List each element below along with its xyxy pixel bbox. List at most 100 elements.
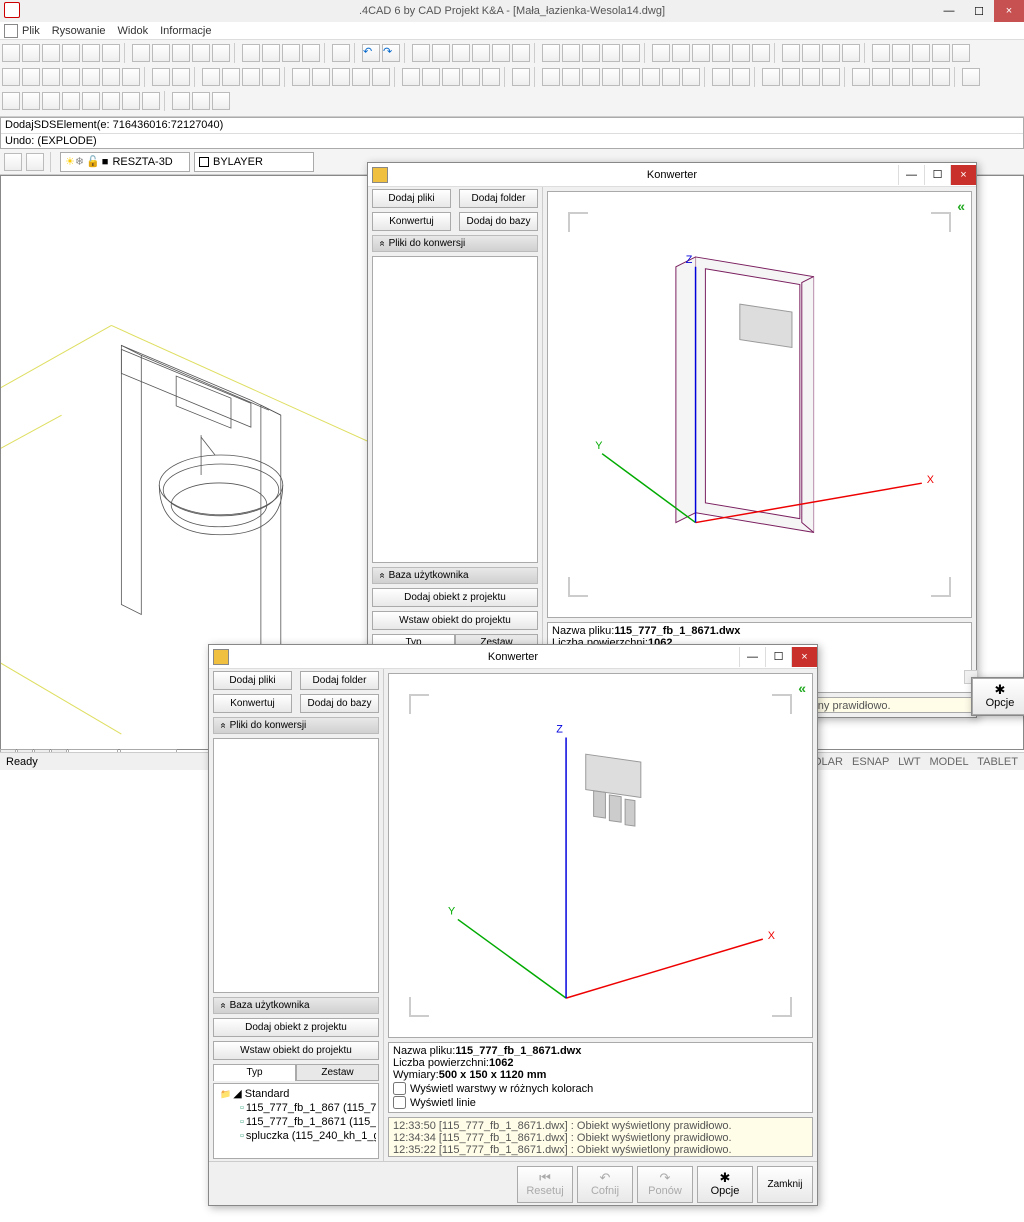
tool-x2[interactable]: [802, 44, 820, 62]
section-pliki[interactable]: Pliki do konwersji: [372, 235, 538, 252]
tool-3e[interactable]: [622, 68, 640, 86]
tool-w3[interactable]: [692, 44, 710, 62]
tool-3c[interactable]: [582, 68, 600, 86]
menu-widok[interactable]: Widok: [118, 25, 149, 37]
tool-v1[interactable]: [542, 44, 560, 62]
section-baza[interactable]: Baza użytkownika: [372, 567, 538, 584]
tool-2m[interactable]: [262, 68, 280, 86]
tool-4d[interactable]: [822, 68, 840, 86]
btn-zamknij[interactable]: Zamknij: [757, 1166, 813, 1203]
konwerter-close-2[interactable]: ×: [791, 647, 817, 667]
tool-zoom3[interactable]: [452, 44, 470, 62]
tool-3h[interactable]: [682, 68, 700, 86]
tool-zoom4[interactable]: [472, 44, 490, 62]
chk-linie-2[interactable]: Wyświetl linie: [393, 1096, 808, 1109]
baza-tree-2[interactable]: ◢ Standard 115_777_fb_1_867 (115_777... …: [213, 1083, 379, 1159]
tool-zoom6[interactable]: [512, 44, 530, 62]
tool-2w[interactable]: [482, 68, 500, 86]
section-pliki-2[interactable]: Pliki do konwersji: [213, 717, 379, 734]
zoom-icon-2[interactable]: «: [798, 680, 806, 696]
tool-2i[interactable]: [172, 68, 190, 86]
btn-dodaj-pliki-2[interactable]: Dodaj pliki: [213, 671, 292, 690]
btn-dodaj-do-bazy[interactable]: Dodaj do bazy: [459, 212, 538, 231]
tool-zoom5[interactable]: [492, 44, 510, 62]
tool-y4[interactable]: [932, 44, 950, 62]
tool-4j[interactable]: [962, 68, 980, 86]
menu-plik[interactable]: Plik: [22, 25, 40, 37]
tool-3b[interactable]: [562, 68, 580, 86]
tool-5c[interactable]: [42, 92, 60, 110]
tool-w5[interactable]: [732, 44, 750, 62]
tool-e[interactable]: [212, 44, 230, 62]
tool-4c[interactable]: [802, 68, 820, 86]
tool-2c[interactable]: [42, 68, 60, 86]
btn-dodaj-obiekt[interactable]: Dodaj obiekt z projektu: [372, 588, 538, 607]
maximize-button[interactable]: ☐: [964, 0, 994, 22]
chk-warstwy-2[interactable]: Wyświetl warstwy w różnych kolorach: [393, 1082, 808, 1095]
tool-2r[interactable]: [372, 68, 390, 86]
tool-x1[interactable]: [782, 44, 800, 62]
tool-g[interactable]: [262, 44, 280, 62]
tool-5j[interactable]: [192, 92, 210, 110]
tool-2h[interactable]: [152, 68, 170, 86]
pliki-list[interactable]: [372, 256, 538, 563]
ind-model[interactable]: MODEL: [929, 756, 968, 768]
tool-2l[interactable]: [242, 68, 260, 86]
konwerter-min-2[interactable]: —: [739, 647, 765, 667]
tool-5b[interactable]: [22, 92, 40, 110]
tool-b[interactable]: [152, 44, 170, 62]
layer-tool-1[interactable]: [4, 153, 22, 171]
layer-select[interactable]: ☀❄🔓■ RESZTA-3D: [60, 152, 190, 172]
tool-5d[interactable]: [62, 92, 80, 110]
tool-2a[interactable]: [2, 68, 20, 86]
minimize-button[interactable]: —: [934, 0, 964, 22]
tool-i[interactable]: [302, 44, 320, 62]
tool-preview[interactable]: [82, 44, 100, 62]
tool-2t[interactable]: [422, 68, 440, 86]
tool-3f[interactable]: [642, 68, 660, 86]
tool-save[interactable]: [42, 44, 60, 62]
zoom-icon[interactable]: «: [957, 198, 965, 214]
tool-y3[interactable]: [912, 44, 930, 62]
tree-item-1b[interactable]: 115_777_fb_1_867 (115_777...: [216, 1101, 376, 1115]
ind-esnap[interactable]: ESNAP: [852, 756, 889, 768]
konwerter-titlebar-2[interactable]: Konwerter — ☐ ×: [209, 645, 817, 669]
tool-2e[interactable]: [82, 68, 100, 86]
tool-redo[interactable]: ↷: [382, 44, 400, 62]
tab-zestaw-2[interactable]: Zestaw: [296, 1064, 379, 1081]
command-window[interactable]: DodajSDSElement(e: 716436016:72127040) U…: [0, 117, 1024, 149]
close-button[interactable]: ×: [994, 0, 1024, 22]
tool-undo[interactable]: ↶: [362, 44, 380, 62]
tool-4b[interactable]: [782, 68, 800, 86]
tool-2j[interactable]: [202, 68, 220, 86]
ind-lwt[interactable]: LWT: [898, 756, 920, 768]
tool-cut[interactable]: [332, 44, 350, 62]
tool-d[interactable]: [192, 44, 210, 62]
tool-4i[interactable]: [932, 68, 950, 86]
tool-4g[interactable]: [892, 68, 910, 86]
ind-tablet[interactable]: TABLET: [977, 756, 1018, 768]
tool-v4[interactable]: [602, 44, 620, 62]
tool-y2[interactable]: [892, 44, 910, 62]
btn-dodaj-pliki[interactable]: Dodaj pliki: [372, 189, 451, 208]
btn-wstaw-obiekt[interactable]: Wstaw obiekt do projektu: [372, 611, 538, 630]
tool-open[interactable]: [22, 44, 40, 62]
tool-2f[interactable]: [102, 68, 120, 86]
tree-item-3b[interactable]: spluczka (115_240_kh_1_gora...: [216, 1129, 376, 1143]
tool-c[interactable]: [172, 44, 190, 62]
btn-konwertuj-2[interactable]: Konwertuj: [213, 694, 292, 713]
konwerter-max[interactable]: ☐: [924, 165, 950, 185]
tool-5h[interactable]: [142, 92, 160, 110]
tool-2n[interactable]: [292, 68, 310, 86]
tool-2k[interactable]: [222, 68, 240, 86]
tool-2x[interactable]: [512, 68, 530, 86]
preview-2[interactable]: « X Y Z: [388, 673, 813, 1038]
konwerter-titlebar[interactable]: Konwerter — ☐ ×: [368, 163, 976, 187]
tool-new[interactable]: [2, 44, 20, 62]
tool-h[interactable]: [282, 44, 300, 62]
tool-w2[interactable]: [672, 44, 690, 62]
tool-3i[interactable]: [712, 68, 730, 86]
tool-v5[interactable]: [622, 44, 640, 62]
tool-4f[interactable]: [872, 68, 890, 86]
tool-2p[interactable]: [332, 68, 350, 86]
